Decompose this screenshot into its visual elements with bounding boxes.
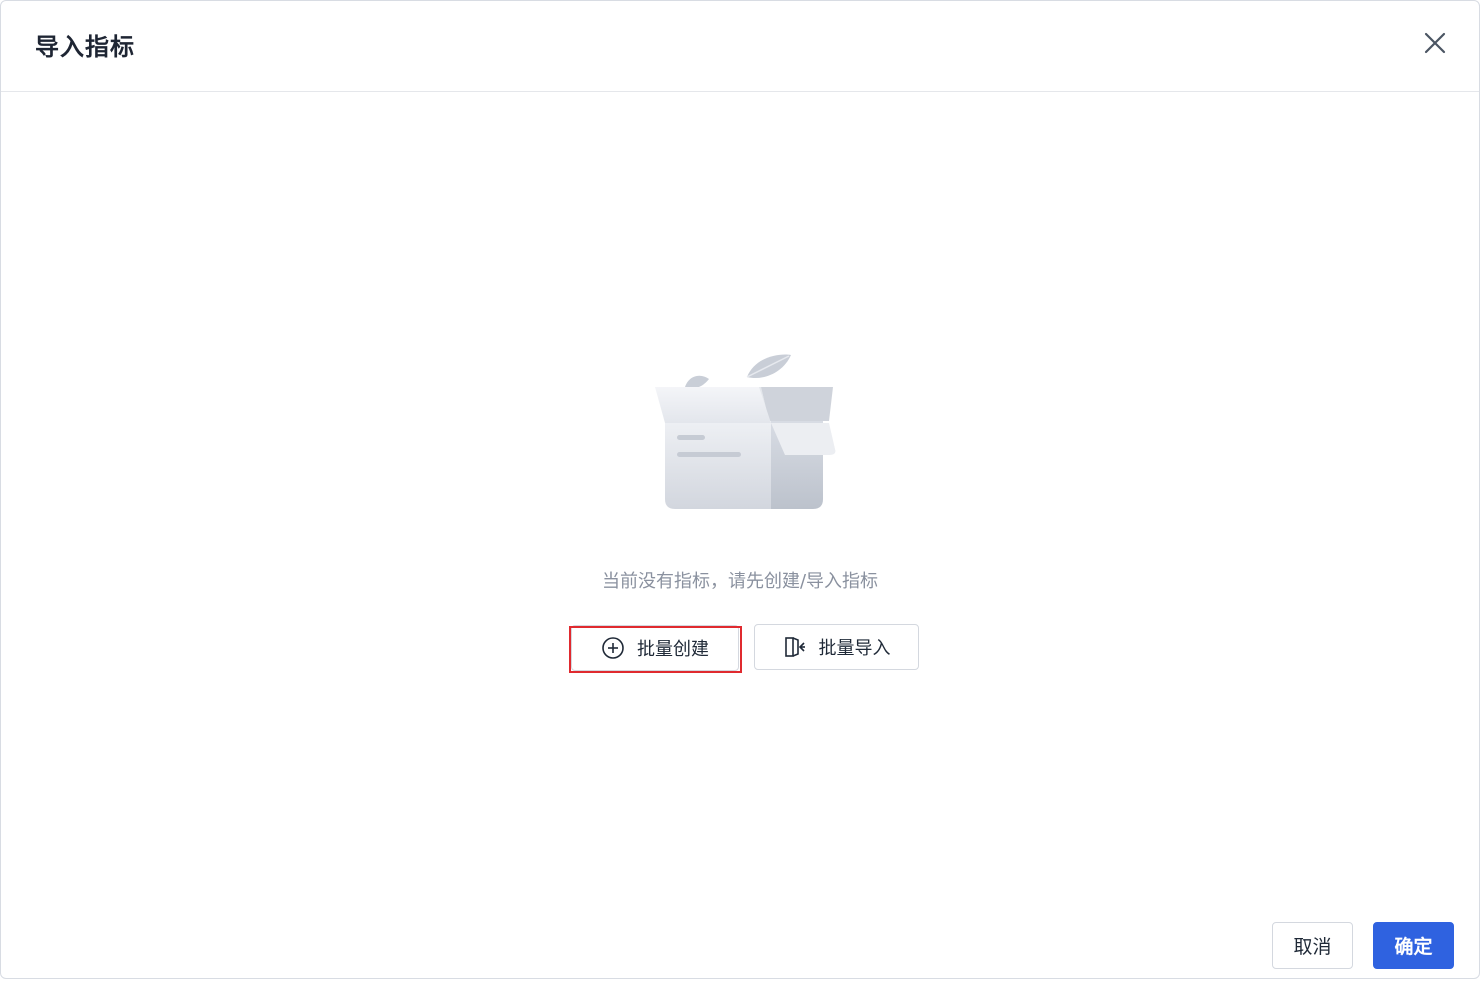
- dialog-header: 导入指标: [1, 1, 1479, 92]
- cancel-button[interactable]: 取消: [1272, 922, 1353, 969]
- batch-import-button[interactable]: 批量导入: [754, 624, 919, 670]
- dialog-title: 导入指标: [35, 33, 135, 61]
- import-icon: [783, 635, 807, 659]
- batch-create-label: 批量创建: [637, 639, 709, 660]
- plus-circle-icon: [601, 636, 625, 660]
- import-metrics-dialog: 导入指标 当前没有指标，请先创建/导入指标 批量创建 批量导入 取消 确定: [0, 0, 1480, 979]
- empty-state-message: 当前没有指标，请先创建/导入指标: [601, 571, 879, 592]
- batch-create-button[interactable]: 批量创建: [571, 625, 739, 671]
- batch-import-label: 批量导入: [818, 638, 891, 659]
- empty-box-icon: [651, 351, 837, 517]
- close-icon[interactable]: [1421, 29, 1449, 57]
- confirm-button[interactable]: 确定: [1373, 922, 1454, 969]
